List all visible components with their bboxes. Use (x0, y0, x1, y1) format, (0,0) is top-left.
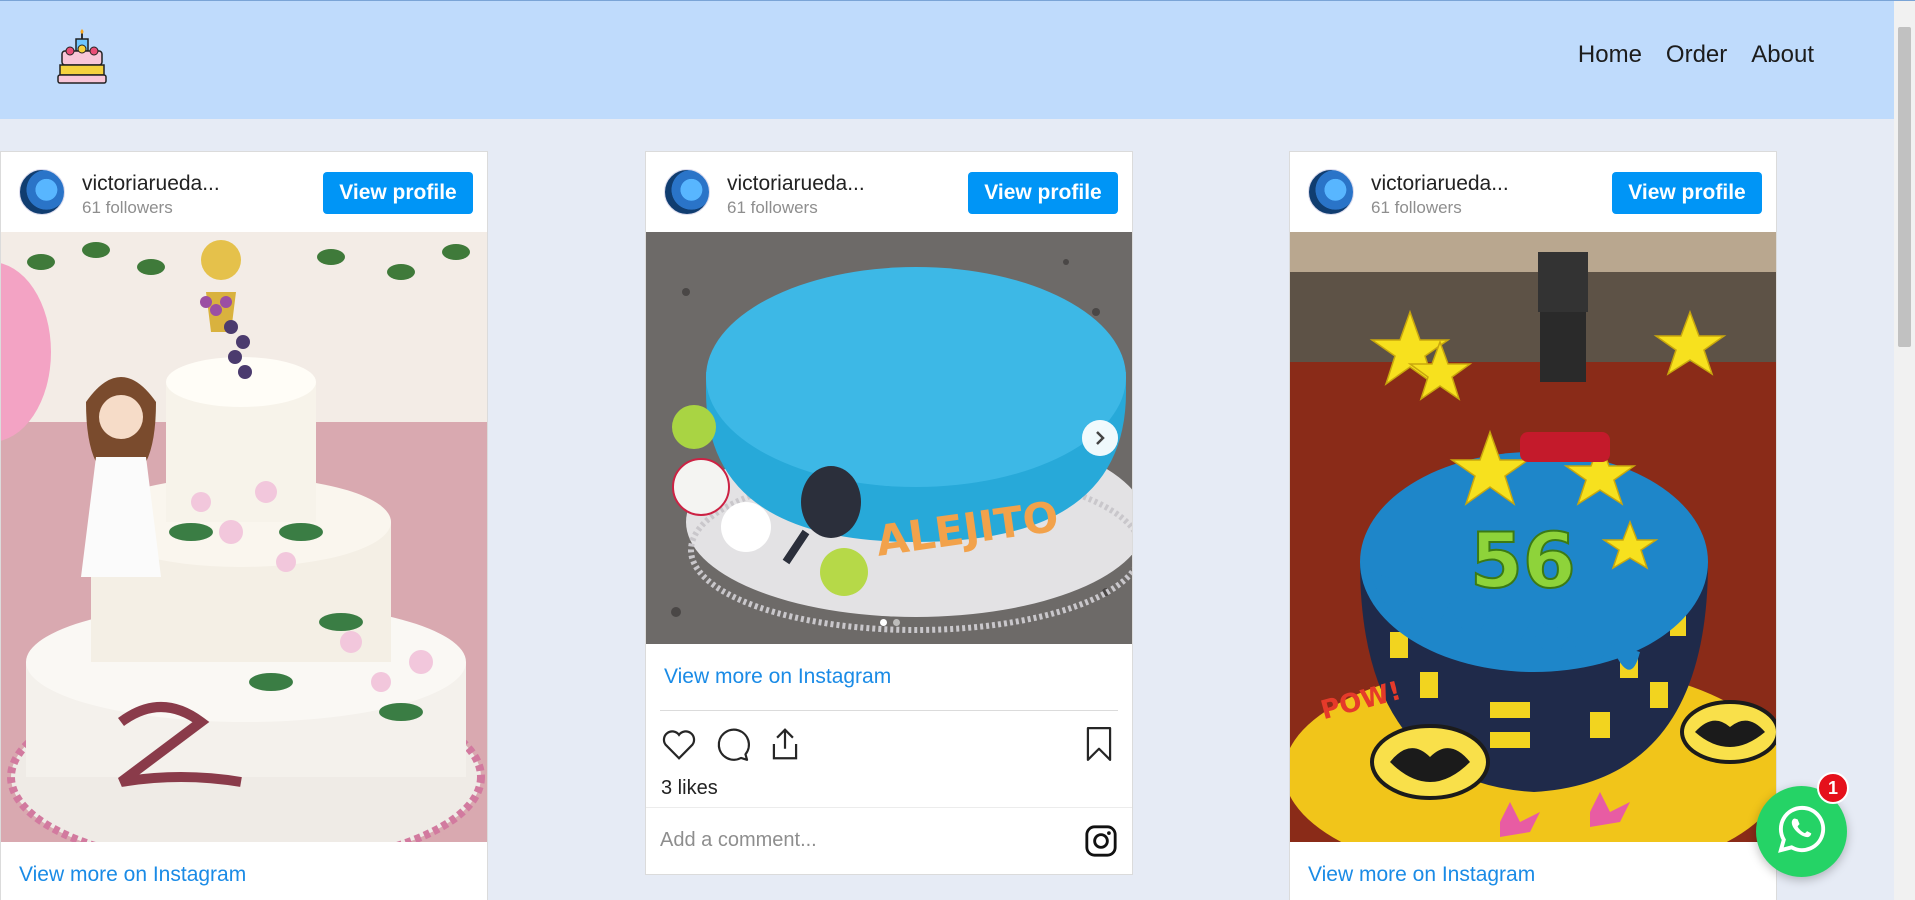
view-more-instagram-link[interactable]: View more on Instagram (1, 842, 487, 900)
nav-order-link[interactable]: Order (1666, 41, 1727, 69)
follower-count: 61 followers (82, 198, 173, 217)
post-header: victoriarueda... 61 followers View profi… (1290, 152, 1776, 232)
post-photo[interactable] (1, 232, 487, 842)
follower-count: 61 followers (1371, 198, 1462, 217)
post-actions (646, 711, 1132, 773)
svg-text:56: 56 (1470, 516, 1576, 605)
carousel-dot[interactable] (880, 619, 887, 626)
comment-input[interactable] (660, 822, 1060, 858)
bookmark-icon[interactable] (1080, 725, 1118, 763)
cake-logo-icon[interactable] (56, 27, 108, 85)
carousel-dot[interactable] (893, 619, 900, 626)
post-username[interactable]: victoriarueda... (727, 172, 865, 196)
follower-count: 61 followers (727, 198, 818, 217)
view-profile-button[interactable]: View profile (323, 172, 473, 214)
instagram-post-card: victoriarueda... 61 followers View profi… (645, 151, 1133, 875)
view-more-instagram-link[interactable]: View more on Instagram (1290, 842, 1776, 900)
post-header: victoriarueda... 61 followers View profi… (1, 152, 487, 232)
navbar: Home Order About (0, 1, 1894, 119)
profile-avatar[interactable] (664, 169, 710, 215)
comment-row (646, 807, 1132, 873)
instagram-post-card: victoriarueda... 61 followers View profi… (1289, 151, 1777, 900)
share-icon[interactable] (766, 725, 804, 763)
view-more-instagram-link[interactable]: View more on Instagram (646, 644, 1132, 710)
notification-badge: 1 (1817, 772, 1849, 804)
nav-about-link[interactable]: About (1751, 41, 1814, 69)
profile-avatar[interactable] (19, 169, 65, 215)
scrollbar-thumb[interactable] (1898, 27, 1911, 347)
heart-icon[interactable] (660, 725, 698, 763)
carousel-dots (646, 619, 1132, 626)
instagram-post-card: victoriarueda... 61 followers View profi… (0, 151, 488, 900)
likes-count: 3 likes (661, 777, 718, 799)
nav-links: Home Order About (1578, 41, 1814, 69)
post-username[interactable]: victoriarueda... (82, 172, 220, 196)
page-scrollbar[interactable] (1894, 1, 1915, 900)
view-profile-button[interactable]: View profile (968, 172, 1118, 214)
post-header: victoriarueda... 61 followers View profi… (646, 152, 1132, 232)
view-profile-button[interactable]: View profile (1612, 172, 1762, 214)
instagram-icon[interactable] (1084, 824, 1118, 858)
whatsapp-icon (1776, 803, 1828, 860)
comment-icon[interactable] (713, 725, 751, 763)
post-username[interactable]: victoriarueda... (1371, 172, 1509, 196)
nav-home-link[interactable]: Home (1578, 41, 1642, 69)
post-photo[interactable]: ALEJITO (646, 232, 1132, 644)
carousel-next-button[interactable] (1082, 420, 1118, 456)
profile-avatar[interactable] (1308, 169, 1354, 215)
post-photo[interactable]: 56 POW! (1290, 232, 1776, 842)
